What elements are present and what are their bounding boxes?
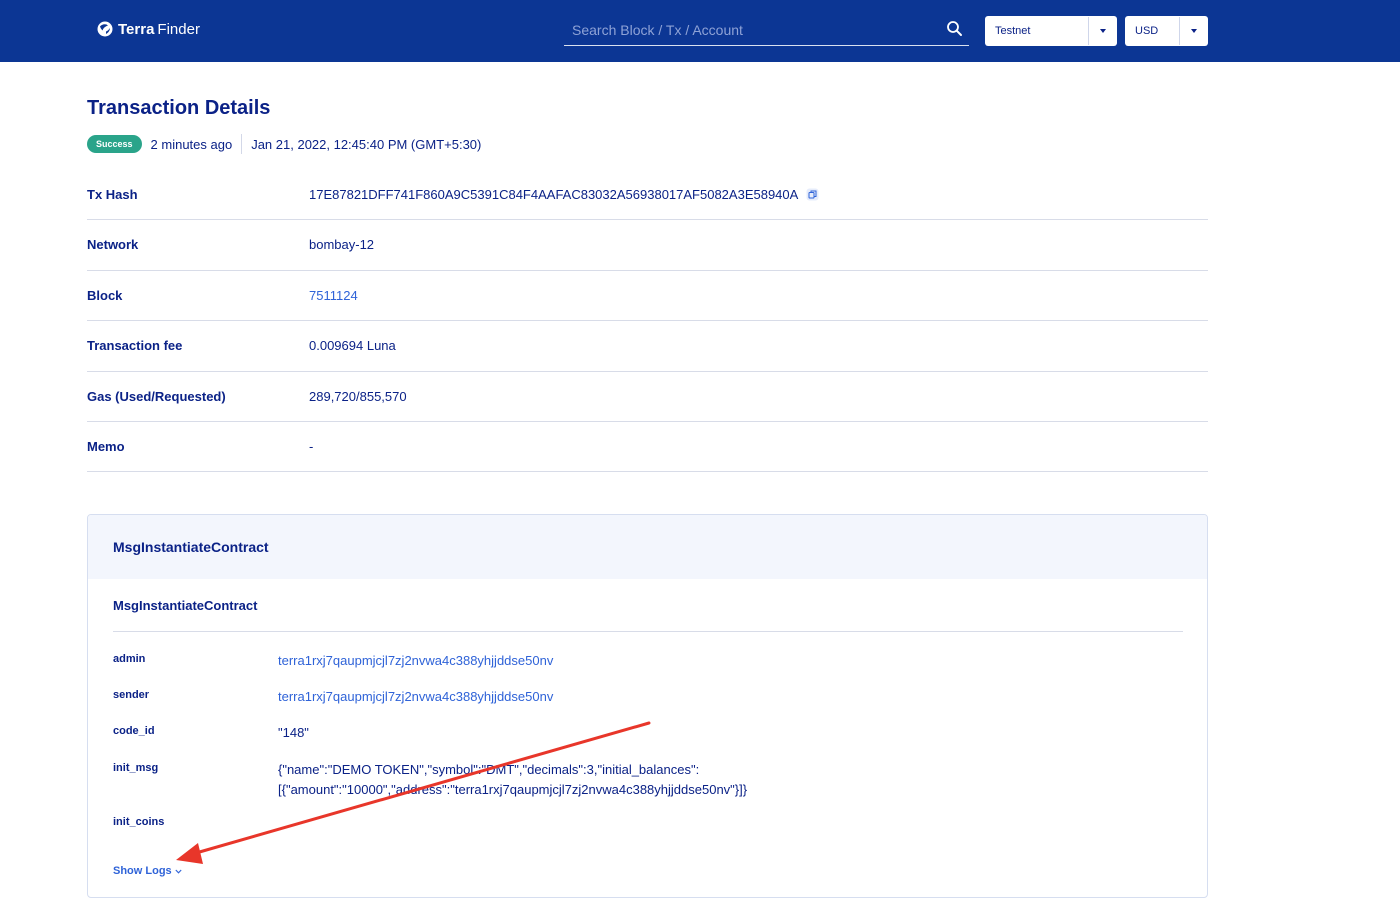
chevron-down-icon: [175, 869, 182, 874]
relative-time: 2 minutes ago: [150, 136, 233, 152]
network-select-value: Testnet: [995, 25, 1031, 37]
currency-select-value: USD: [1135, 25, 1159, 37]
sender-address-link[interactable]: terra1rxj7qaupmjcjl7zj2nvwa4c388yhjjddse…: [278, 687, 553, 707]
init-msg-line-1: {"name":"DEMO TOKEN","symbol":"DMT","dec…: [278, 762, 700, 777]
detail-label: Network: [87, 237, 139, 253]
detail-label: Transaction fee: [87, 338, 183, 354]
code-id-value: "148": [278, 725, 309, 740]
detail-row-block: Block 7511124: [87, 271, 1208, 322]
top-navbar: Terra Finder Testnet USD: [0, 0, 1400, 62]
field-key: init_msg: [113, 762, 159, 774]
page-title: Transaction Details: [87, 97, 271, 119]
brand-name-light: Finder: [157, 20, 200, 38]
detail-label: Tx Hash: [87, 187, 138, 202]
chevron-down-icon[interactable]: [1179, 17, 1207, 45]
field-key: admin: [113, 653, 146, 665]
block-link[interactable]: 7511124: [309, 288, 358, 303]
chevron-down-icon[interactable]: [1088, 17, 1116, 45]
detail-row-fee: Transaction fee 0.009694 Luna: [87, 321, 1208, 372]
divider: [113, 631, 1183, 632]
detail-label: Gas (Used/Requested): [87, 388, 226, 404]
memo-value: -: [309, 438, 314, 454]
network-select[interactable]: Testnet: [985, 16, 1117, 46]
message-subtitle: MsgInstantiateContract: [113, 598, 258, 613]
gas-value: 289,720/855,570: [309, 388, 407, 404]
fee-value: 0.009694 Luna: [309, 338, 396, 354]
admin-address-link[interactable]: terra1rxj7qaupmjcjl7zj2nvwa4c388yhjjddse…: [278, 651, 553, 671]
detail-label: Memo: [87, 438, 125, 454]
brand-name-bold: Terra: [118, 20, 155, 38]
search-icon[interactable]: [946, 20, 963, 37]
init-msg-value: {"name":"DEMO TOKEN","symbol":"DMT","dec…: [278, 760, 747, 800]
show-logs-label: Show Logs: [113, 865, 172, 877]
init-msg-line-2: [{"amount":"10000","address":"terra1rxj7…: [278, 782, 748, 797]
tx-hash-value: 17E87821DFF741F860A9C5391C84F4AAFAC83032…: [309, 187, 799, 202]
field-key: code_id: [113, 725, 155, 737]
tx-timestamp: Jan 21, 2022, 12:45:40 PM (GMT+5:30): [251, 136, 482, 152]
search-input[interactable]: [572, 20, 932, 40]
show-logs-button[interactable]: Show Logs: [113, 865, 182, 877]
network-value: bombay-12: [309, 237, 375, 253]
message-type-title: MsgInstantiateContract: [113, 539, 269, 555]
status-badge: Success: [87, 135, 142, 153]
copy-icon[interactable]: [806, 188, 819, 201]
detail-row-memo: Memo -: [87, 422, 1208, 473]
message-card-header: MsgInstantiateContract: [88, 515, 1207, 579]
brand-logo[interactable]: Terra Finder: [97, 19, 200, 39]
divider: [241, 134, 243, 154]
detail-value: 17E87821DFF741F860A9C5391C84F4AAFAC83032…: [309, 187, 819, 202]
currency-select[interactable]: USD: [1125, 16, 1208, 46]
field-key: init_coins: [113, 816, 165, 828]
terra-logo-icon: [97, 21, 113, 37]
detail-row-gas: Gas (Used/Requested) 289,720/855,570: [87, 372, 1208, 422]
field-key: sender: [113, 689, 150, 701]
search-bar: [564, 15, 969, 46]
tx-details-table: Tx Hash 17E87821DFF741F860A9C5391C84F4AA…: [87, 170, 1208, 473]
message-card: MsgInstantiateContract MsgInstantiateCon…: [87, 514, 1208, 898]
tx-status-line: Success 2 minutes ago Jan 21, 2022, 12:4…: [87, 134, 481, 154]
detail-row-network: Network bombay-12: [87, 220, 1208, 271]
detail-row-tx-hash: Tx Hash 17E87821DFF741F860A9C5391C84F4AA…: [87, 170, 1208, 221]
detail-label: Block: [87, 287, 123, 303]
